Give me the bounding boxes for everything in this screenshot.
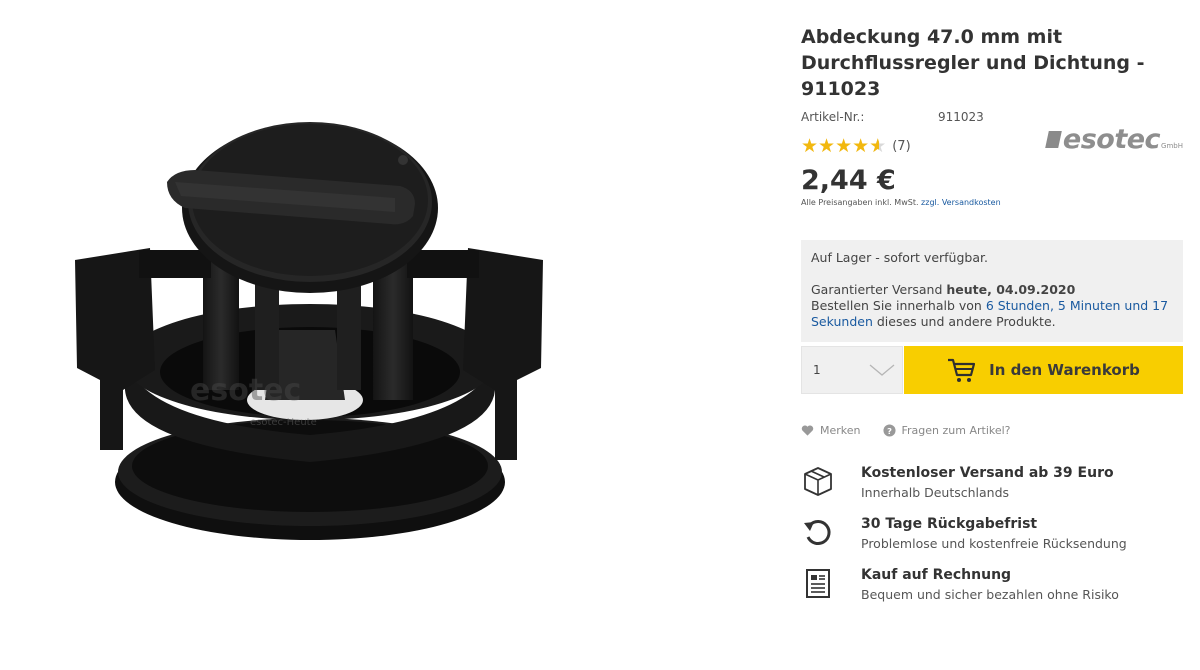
article-number-label: Artikel-Nr.: (801, 110, 865, 124)
benefit-return: 30 Tage Rückgabefrist Problemlose und ko… (801, 515, 1183, 552)
svg-text:?: ? (887, 426, 892, 436)
stock-status: Auf Lager - sofort verfügbar. (811, 250, 988, 265)
rating-stars[interactable]: ★★★★★ (801, 136, 886, 156)
add-to-cart-label: In den Warenkorb (989, 361, 1140, 379)
half-star-icon: ★ (869, 136, 886, 156)
chevron-down-icon (869, 364, 895, 376)
article-number-value: 911023 (938, 110, 984, 124)
guaranteed-shipping: Garantierter Versand heute, 04.09.2020 (811, 282, 1173, 298)
buy-box: Abdeckung 47.0 mm mit Durchflussregler u… (801, 24, 1183, 617)
heart-icon (801, 425, 814, 436)
article-number-row: Artikel-Nr.: 911023 (801, 110, 1183, 124)
star-icon: ★ (818, 135, 836, 157)
quantity-value: 1 (813, 363, 821, 377)
order-prefix: Bestellen Sie innerhalb von (811, 298, 986, 313)
benefit-title: 30 Tage Rückgabefrist (861, 516, 1038, 532)
benefit-subtitle: Innerhalb Deutschlands (861, 485, 1010, 500)
benefit-subtitle: Problemlose und kostenfreie Rücksendung (861, 536, 1127, 551)
benefit-title: Kauf auf Rechnung (861, 567, 1012, 583)
star-icon: ★ (801, 135, 819, 157)
image-watermark: esotec-Heute (250, 417, 317, 428)
guaranteed-prefix: Garantierter Versand (811, 282, 947, 297)
guaranteed-date: heute, 04.09.2020 (946, 282, 1076, 297)
product-title: Abdeckung 47.0 mm mit Durchflussregler u… (801, 26, 1145, 100)
rating-count[interactable]: (7) (892, 139, 910, 154)
benefit-free-shipping: Kostenloser Versand ab 39 Euro Innerhalb… (801, 464, 1183, 501)
star-icon: ★ (852, 135, 870, 157)
brand-logo[interactable]: esotec GmbH (1045, 124, 1183, 155)
benefit-subtitle: Bequem und sicher bezahlen ohne Risiko (861, 587, 1119, 602)
add-to-cart-button[interactable]: In den Warenkorb (904, 346, 1183, 394)
tax-note-text: Alle Preisangaben inkl. MwSt. (801, 198, 919, 207)
order-suffix: dieses und andere Produkte. (872, 314, 1056, 329)
rating-row: ★★★★★ (7) esotec GmbH (801, 124, 1183, 158)
delivery-info: Auf Lager - sofort verfügbar. Garantiert… (801, 240, 1183, 342)
product-actions: Merken ? Fragen zum Artikel? (801, 424, 1183, 437)
brand-mark-icon (1045, 131, 1062, 148)
shipping-costs-link[interactable]: zzgl. Versandkosten (921, 198, 1001, 207)
svg-text:esotec: esotec (190, 373, 301, 408)
remember-link[interactable]: Merken (801, 424, 861, 437)
return-icon (801, 515, 835, 549)
cart-icon (948, 358, 976, 382)
benefit-invoice: Kauf auf Rechnung Bequem und sicher beza… (801, 566, 1183, 603)
benefit-title: Kostenloser Versand ab 39 Euro (861, 465, 1114, 481)
product-price: 2,44 € (801, 165, 896, 196)
order-countdown: Bestellen Sie innerhalb von 6 Stunden, 5… (811, 298, 1173, 330)
invoice-icon (801, 566, 835, 600)
question-label: Fragen zum Artikel? (901, 424, 1011, 437)
question-link[interactable]: ? Fragen zum Artikel? (882, 424, 1011, 437)
tax-note: Alle Preisangaben inkl. MwSt. zzgl. Vers… (801, 198, 1183, 207)
quantity-select[interactable]: 1 (801, 346, 903, 394)
benefits-list: Kostenloser Versand ab 39 Euro Innerhalb… (801, 464, 1183, 603)
add-to-cart-row: 1 In den Warenkorb (801, 346, 1183, 394)
star-icon: ★ (835, 135, 853, 157)
product-image[interactable]: esotec esotec-Heute (55, 100, 595, 570)
brand-name: esotec (1062, 124, 1161, 155)
remember-label: Merken (820, 424, 861, 437)
product-photo: esotec esotec-Heute (75, 122, 543, 540)
box-icon (801, 464, 835, 498)
question-icon: ? (882, 424, 896, 437)
brand-suffix: GmbH (1161, 142, 1183, 150)
